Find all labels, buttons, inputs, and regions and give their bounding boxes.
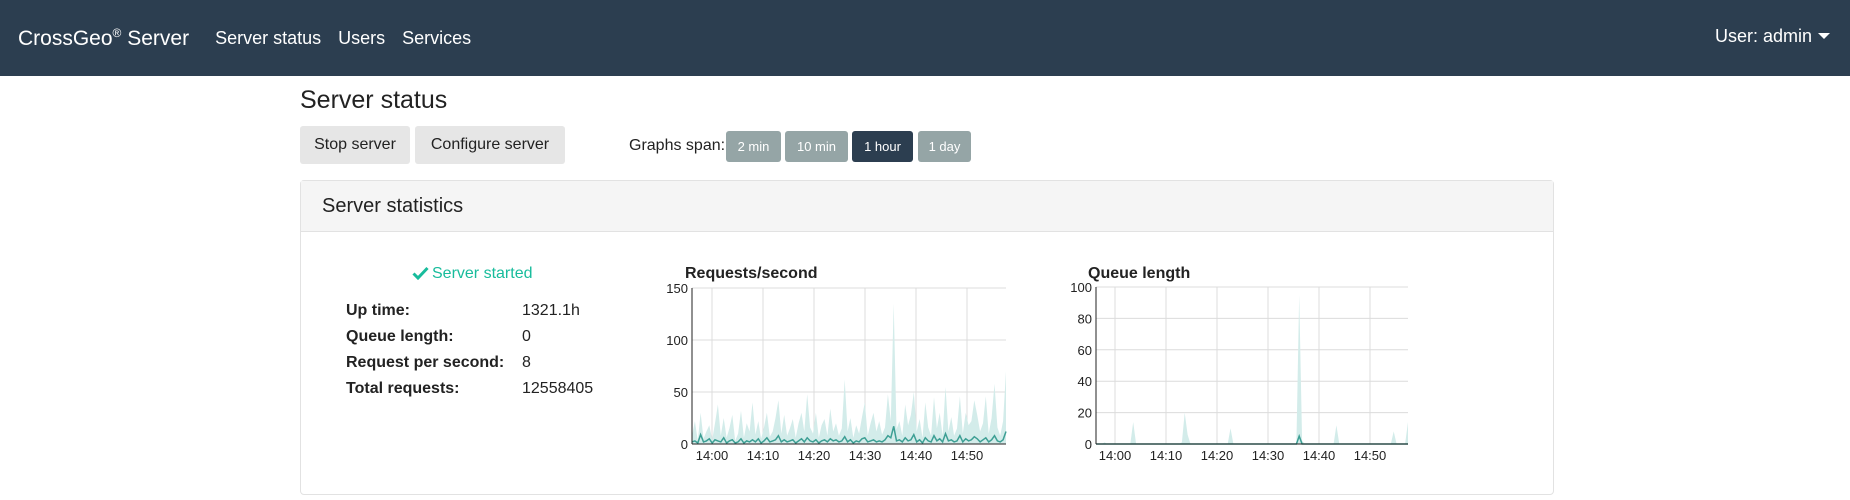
requests-y-tick-label: 50	[674, 385, 688, 400]
queue-y-tick-label: 20	[1078, 406, 1092, 421]
requests-x-tick-label: 14:00	[696, 448, 729, 463]
requests-y-tick-label: 0	[681, 437, 688, 452]
requests-x-tick-label: 14:30	[849, 448, 882, 463]
queue-y-tick-label: 40	[1078, 374, 1092, 389]
queue-y-tick-label: 0	[1085, 437, 1092, 452]
requests-y-tick-label: 150	[666, 281, 688, 296]
queue-x-tick-label: 14:30	[1252, 448, 1285, 463]
requests-x-tick-label: 14:40	[900, 448, 933, 463]
queue-x-tick-label: 14:20	[1201, 448, 1234, 463]
queue-y-tick-label: 100	[1070, 280, 1092, 295]
queue-x-tick-label: 14:40	[1303, 448, 1336, 463]
queue-area-series	[1096, 294, 1408, 444]
queue-x-tick-label: 14:50	[1354, 448, 1387, 463]
requests-x-tick-label: 14:50	[951, 448, 984, 463]
queue-x-tick-label: 14:10	[1150, 448, 1183, 463]
queue-y-tick-label: 60	[1078, 343, 1092, 358]
queue-x-tick-label: 14:00	[1099, 448, 1132, 463]
queue-y-tick-label: 80	[1078, 311, 1092, 326]
requests-area-series	[692, 303, 1006, 444]
queue-line-series	[1096, 433, 1408, 445]
requests-x-tick-label: 14:20	[798, 448, 831, 463]
charts-canvas: 0 50 100 150 14:00 14:10 14:20 14:30 14:40 14:50 0…	[666, 280, 1408, 463]
requests-x-tick-label: 14:10	[747, 448, 780, 463]
requests-y-tick-label: 100	[666, 333, 688, 348]
